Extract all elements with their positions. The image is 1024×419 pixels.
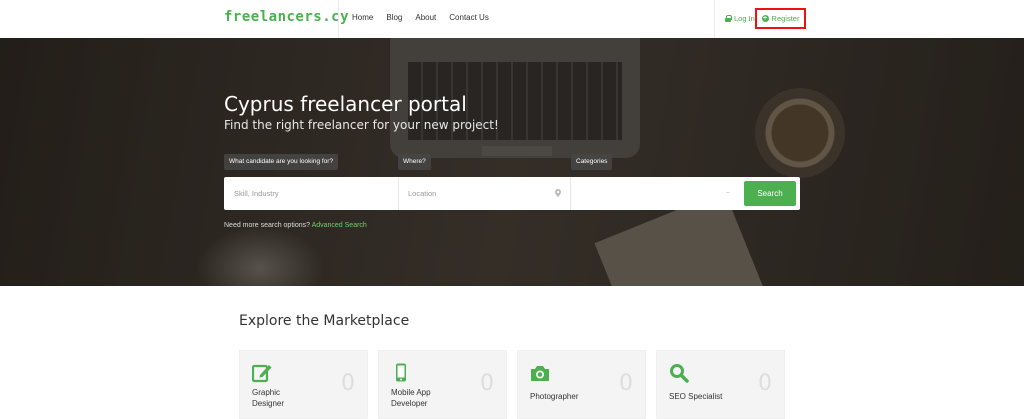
where-label: Where?	[398, 154, 431, 170]
header-divider	[338, 0, 339, 38]
main-nav: Home Blog About Contact Us	[352, 13, 502, 22]
nav-home[interactable]: Home	[352, 13, 373, 22]
category-card-graphic-designer[interactable]: Graphic Designer 0	[239, 350, 368, 419]
header-divider-right	[714, 0, 715, 38]
advanced-search-prefix: Need more search options?	[224, 222, 310, 229]
card-label-line1: Graphic	[252, 388, 281, 397]
skill-input[interactable]: Skill, Industry	[234, 177, 394, 210]
card-count: 0	[480, 371, 494, 396]
lock-icon	[725, 15, 732, 22]
nav-blog[interactable]: Blog	[386, 13, 402, 22]
site-logo[interactable]: freelancers.cy	[224, 9, 349, 25]
search-icon	[670, 364, 689, 383]
category-select[interactable]	[580, 177, 730, 210]
marketplace-title: Explore the Marketplace	[239, 313, 410, 329]
hero-banner: Cyprus freelancer portal Find the right …	[0, 38, 1024, 286]
site-header: freelancers.cy Home Blog About Contact U…	[0, 0, 1024, 38]
advanced-search-link[interactable]: Advanced Search	[312, 222, 367, 229]
category-card-photographer[interactable]: Photographer 0	[517, 350, 646, 419]
category-card-mobile-app-developer[interactable]: Mobile App Developer 0	[378, 350, 507, 419]
card-label-line1: Mobile App	[391, 388, 431, 397]
hero-subtitle: Find the right freelancer for your new p…	[224, 118, 499, 132]
card-count: 0	[341, 371, 355, 396]
login-link[interactable]: Log In	[725, 14, 755, 23]
card-label-line2: Developer	[391, 399, 428, 408]
nav-contact[interactable]: Contact Us	[449, 13, 489, 22]
location-input[interactable]: Location	[408, 177, 558, 210]
chevron-down-icon: –	[726, 189, 730, 196]
nav-about[interactable]: About	[415, 13, 436, 22]
login-label: Log In	[734, 14, 755, 23]
hero-title: Cyprus freelancer portal	[224, 92, 467, 116]
map-pin-icon	[555, 189, 561, 197]
card-count: 0	[758, 371, 772, 396]
card-count: 0	[619, 371, 633, 396]
mobile-icon	[396, 363, 406, 382]
card-label-line2: Designer	[252, 399, 285, 408]
advanced-search-line: Need more search options? Advanced Searc…	[224, 222, 367, 229]
search-button[interactable]: Search	[744, 181, 796, 206]
search-bar: Skill, Industry Location – Search	[224, 177, 800, 210]
plus-circle-icon: +	[761, 15, 769, 22]
categories-label: Categories	[571, 154, 613, 170]
card-label-line1: Photographer	[530, 392, 579, 401]
card-label-line1: SEO Specialist	[669, 392, 723, 401]
camera-icon	[531, 366, 549, 381]
edit-icon	[252, 364, 272, 383]
register-link[interactable]: + Register	[755, 8, 806, 29]
category-card-seo-specialist[interactable]: SEO Specialist 0	[656, 350, 785, 419]
candidate-label: What candidate are you looking for?	[224, 154, 339, 170]
register-label: Register	[771, 14, 800, 23]
